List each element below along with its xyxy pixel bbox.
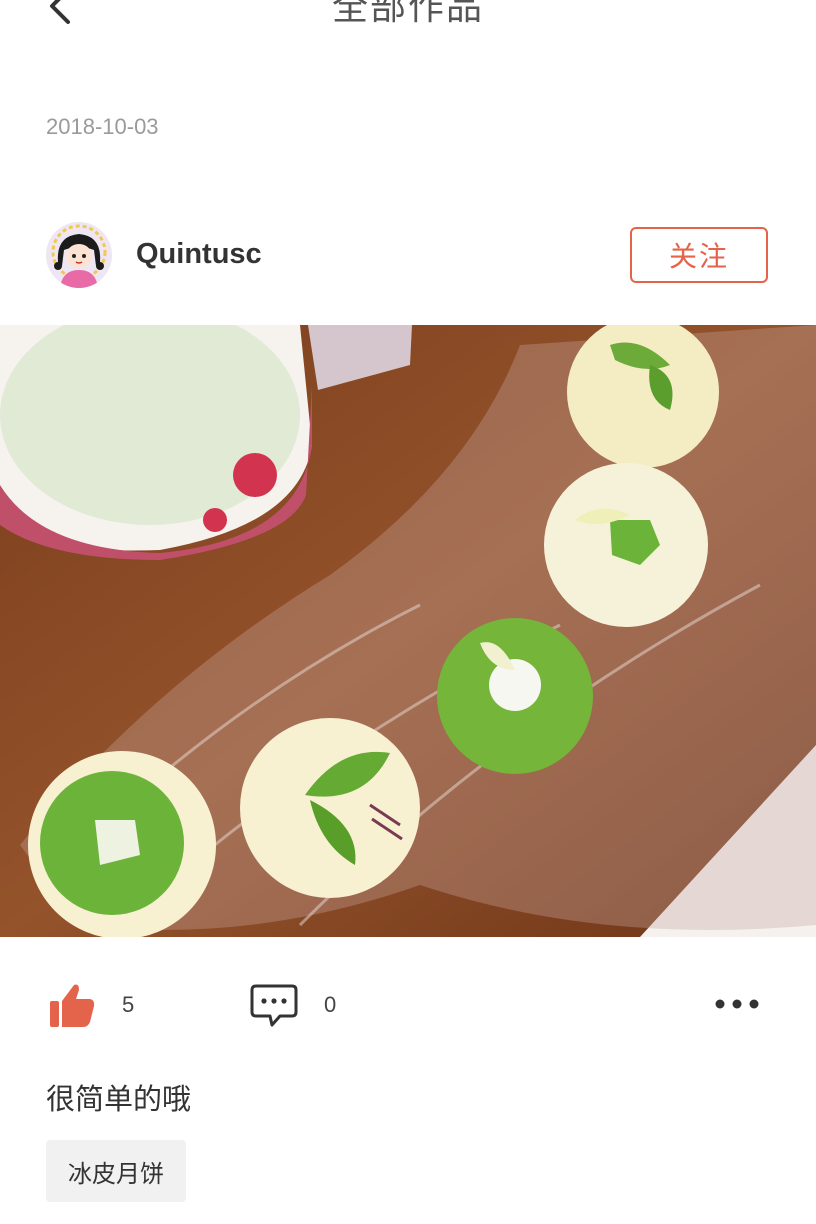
post-description: 很简单的哦 xyxy=(46,1082,192,1116)
more-button[interactable] xyxy=(712,990,762,1018)
avatar[interactable] xyxy=(46,222,112,288)
comment-bubble-icon xyxy=(250,984,298,1027)
like-count: 5 xyxy=(122,992,135,1017)
tag-chip[interactable]: 冰皮月饼 xyxy=(46,1140,186,1202)
follow-button[interactable]: 关注 xyxy=(630,227,768,283)
avatar-image xyxy=(46,222,112,288)
more-dots-icon xyxy=(715,999,759,1009)
comment-count: 0 xyxy=(324,992,337,1017)
page-title: 全部作品 xyxy=(331,0,484,28)
top-bar: 全部作品 xyxy=(0,0,816,40)
mooncake-photo xyxy=(0,325,816,937)
post-photo[interactable]: 2 xyxy=(0,325,816,937)
author-name[interactable]: Quintusc xyxy=(136,238,262,271)
comment-button[interactable]: 0 xyxy=(250,980,336,1030)
like-button[interactable]: 5 xyxy=(48,980,134,1030)
post-date: 2018-10-03 xyxy=(46,114,159,139)
thumbs-up-icon xyxy=(50,984,95,1027)
